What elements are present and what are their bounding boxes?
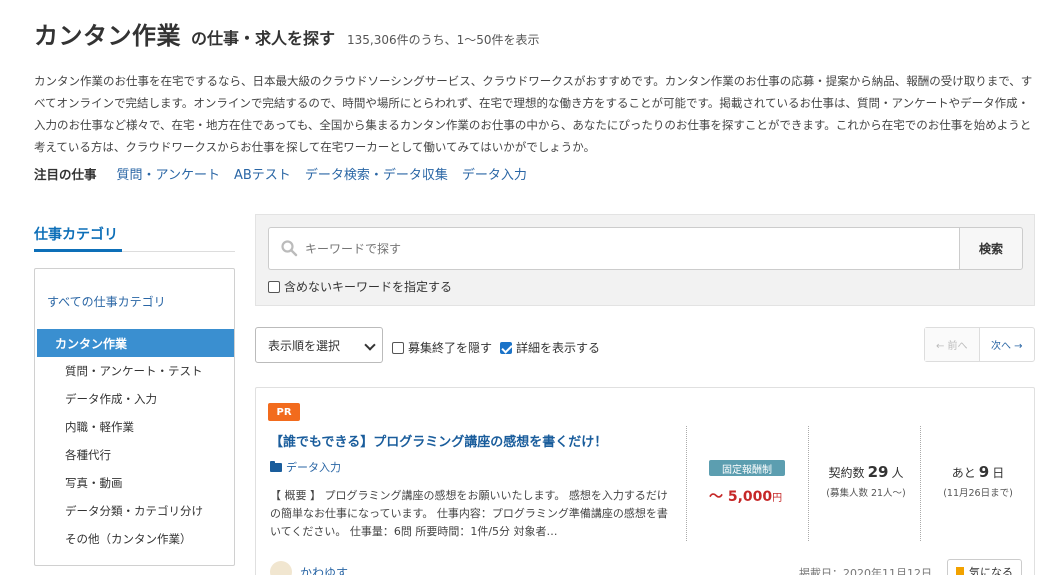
favorite-button[interactable]: 気になる [947,559,1022,575]
sidebar-item-active[interactable]: カンタン作業 [37,329,234,357]
price-value: 5,000 [727,489,773,505]
hide-closed-option[interactable]: 募集終了を隠す [392,339,492,356]
favorite-label: 気になる [969,566,1013,575]
job-category[interactable]: データ入力 [270,459,341,475]
featured-link-data-search[interactable]: データ検索・データ収集 [305,164,448,183]
show-details-checkbox[interactable] [500,341,512,354]
sidebar-item-data-entry[interactable]: データ作成・入力 [65,391,157,407]
prev-page-button[interactable]: ← 前へ [925,328,980,361]
days-unit: 日 [992,466,1005,480]
contracts-label: 契約数 [828,466,865,480]
price-prefix: ～ [709,489,728,505]
show-details-option[interactable]: 詳細を表示する [500,339,600,356]
sidebar-item-other[interactable]: その他（カンタン作業） [65,531,192,547]
sidebar-item-classification[interactable]: データ分類・カテゴリ分け [65,503,203,519]
search-icon [281,240,298,257]
sidebar-item-agency[interactable]: 各種代行 [65,447,111,463]
sidebar-title-underline [34,249,122,252]
divider [920,426,921,541]
days-prefix: あと [951,466,976,480]
search-input[interactable] [268,227,960,270]
next-page-button[interactable]: 次へ → [980,328,1035,361]
featured-link-survey[interactable]: 質問・アンケート [117,164,220,183]
sort-select[interactable]: 表示順を選択 [255,327,383,363]
result-count: 135,306件のうち、1～50件を表示 [347,33,540,47]
folder-icon [270,460,282,472]
featured-link-abtest[interactable]: ABテスト [234,164,291,183]
hide-closed-checkbox[interactable] [392,341,404,354]
sidebar-item-all[interactable]: すべての仕事カテゴリ [47,293,166,310]
pay-type-badge: 固定報酬制 [709,460,785,476]
pr-badge: PR [268,403,300,421]
price-unit: 円 [772,493,783,504]
exclude-keyword-checkbox[interactable] [268,280,280,293]
pagination: ← 前へ 次へ → [924,327,1035,362]
sidebar-item-survey[interactable]: 質問・アンケート・テスト [65,363,203,379]
avatar [270,561,292,575]
client-name: かわゆす [300,565,349,575]
page-subtitle: の仕事・求人を探す [191,29,336,48]
search-button[interactable]: 検索 [959,227,1023,270]
job-price: ～ 5,000円 [709,486,782,506]
deadline-date: (11月26日まで) [943,488,1013,499]
featured-label: 注目の仕事 [34,167,97,182]
page-title: カンタン作業 [34,22,181,50]
chevron-down-icon [364,339,376,351]
hide-closed-label: 募集終了を隠す [408,341,493,355]
deadline-stat: あと 9 日 (11月26日まで) [924,463,1032,499]
days-left: 9 [978,463,990,481]
job-category-label: データ入力 [286,461,341,474]
exclude-keyword-label: 含めないキーワードを指定する [284,280,453,294]
contracts-stat: 契約数 29 人 (募集人数 21人～) [812,463,920,499]
sidebar-divider [122,251,235,252]
divider [808,426,809,541]
job-title-link[interactable]: 【誰でもできる】プログラミング講座の感想を書くだけ！ [270,431,607,450]
search-panel: 検索 含めないキーワードを指定する [255,214,1035,306]
category-description: カンタン作業のお仕事を在宅でするなら、日本最大級のクラウドソーシングサービス、ク… [34,74,1033,154]
sidebar-item-light-work[interactable]: 内職・軽作業 [65,419,134,435]
recruit-count: (募集人数 21人～) [826,488,906,499]
contracts-unit: 人 [891,466,904,480]
contracts-value: 29 [867,463,889,481]
sidebar-item-photo-video[interactable]: 写真・動画 [65,475,123,491]
divider [686,426,687,541]
featured-jobs: 注目の仕事 質問・アンケート ABテスト データ検索・データ収集 データ入力 [34,164,541,183]
bookmark-icon [956,567,964,575]
show-details-label: 詳細を表示する [516,341,601,355]
exclude-keyword-option[interactable]: 含めないキーワードを指定する [268,278,452,295]
job-summary: 【 概要 】 プログラミング講座の感想をお願いいたします。 感想を入力するだけの… [270,489,668,538]
client-info[interactable]: かわゆす [270,561,348,575]
category-sidebar: すべての仕事カテゴリ カンタン作業 質問・アンケート・テスト データ作成・入力 … [34,268,235,566]
posted-date: 掲載日：2020年11月12日 [799,567,932,575]
sidebar-title: 仕事カテゴリ [34,227,118,243]
page-header: カンタン作業 の仕事・求人を探す 135,306件のうち、1～50件を表示 [34,16,540,51]
featured-link-data-entry[interactable]: データ入力 [462,164,527,183]
sort-select-value: 表示順を選択 [268,338,341,353]
job-card: PR 【誰でもできる】プログラミング講座の感想を書くだけ！ データ入力 【 概要… [255,387,1035,575]
